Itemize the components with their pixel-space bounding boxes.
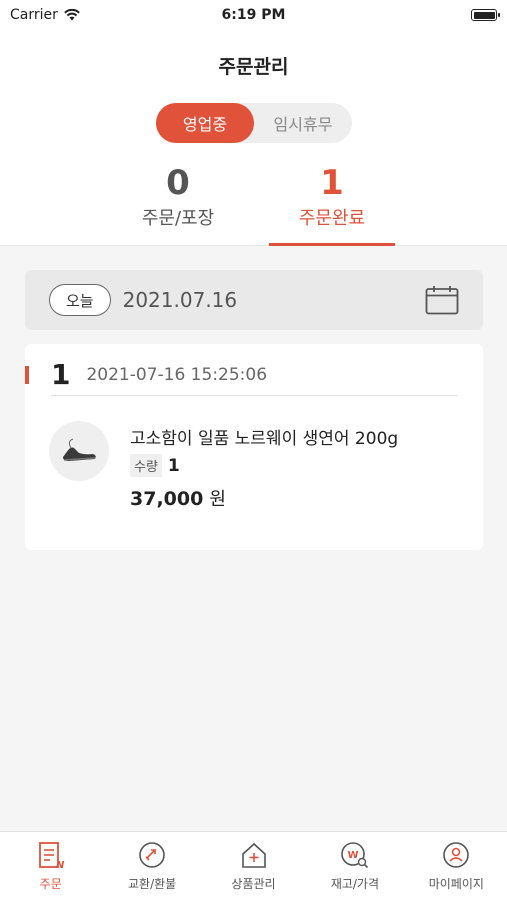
wifi-icon xyxy=(64,9,80,21)
tab-count: 1 xyxy=(320,163,344,203)
active-tab-indicator xyxy=(269,243,395,246)
date-filter-bar: 오늘 2021.07.16 xyxy=(25,270,483,330)
quantity-row: 수량 1 xyxy=(130,454,180,477)
order-marker xyxy=(25,366,29,384)
tabbar-item-inventory-price[interactable]: W 재고/가격 xyxy=(304,832,405,900)
order-header: 1 2021-07-16 15:25:06 xyxy=(51,354,458,396)
exchange-refund-icon xyxy=(139,842,165,868)
tab-label: 주문완료 xyxy=(298,208,366,229)
battery-icon xyxy=(471,9,500,21)
status-bar: Carrier 6:19 PM xyxy=(0,0,507,30)
shoe-icon xyxy=(63,438,96,461)
bottom-tab-bar: N 주문 교환/환불 상품관리 W 재고/가격 마이페이지 xyxy=(0,831,507,900)
tab-order-packing[interactable]: 0 주문/포장 xyxy=(115,163,241,246)
today-button[interactable]: 오늘 xyxy=(49,284,111,316)
order-status-tabs: 0 주문/포장 1 주문완료 xyxy=(0,163,507,246)
inventory-price-icon: W xyxy=(341,842,368,869)
temporary-closed-button[interactable]: 임시휴무 xyxy=(254,103,352,143)
svg-text:W: W xyxy=(347,850,358,861)
svg-text:N: N xyxy=(56,860,65,870)
carrier-label: Carrier xyxy=(10,7,58,23)
tabbar-label: 마이페이지 xyxy=(428,877,484,891)
header: 주문관리 영업중 임시휴무 0 주문/포장 1 주문완료 xyxy=(0,30,507,246)
quantity-label: 수량 xyxy=(130,454,162,477)
page-title: 주문관리 xyxy=(218,56,289,78)
tabbar-item-orders[interactable]: N 주문 xyxy=(0,832,101,900)
tabbar-item-exchange-refund[interactable]: 교환/환불 xyxy=(101,832,202,900)
price-row: 37,000 원 xyxy=(130,485,226,511)
tabbar-label: 주문 xyxy=(39,877,62,891)
tabbar-item-product-management[interactable]: 상품관리 xyxy=(203,832,304,900)
price-value: 37,000 xyxy=(130,488,204,510)
order-number: 1 xyxy=(51,358,71,391)
tabbar-label: 교환/환불 xyxy=(128,877,177,891)
tabbar-item-mypage[interactable]: 마이페이지 xyxy=(406,832,507,900)
order-time: 2021-07-16 15:25:06 xyxy=(86,364,268,385)
open-button[interactable]: 영업중 xyxy=(156,103,254,143)
tabbar-label: 재고/가격 xyxy=(330,877,380,891)
tab-order-complete[interactable]: 1 주문완료 xyxy=(269,163,395,246)
mypage-icon xyxy=(443,842,470,868)
order-card[interactable]: 1 2021-07-16 15:25:06 고소함이 일품 노르웨이 생연어 2… xyxy=(25,344,483,550)
price-currency: 원 xyxy=(209,489,226,510)
product-name: 고소함이 일품 노르웨이 생연어 200g xyxy=(130,429,399,449)
product-thumbnail xyxy=(49,421,109,481)
tabbar-label: 상품관리 xyxy=(231,877,276,891)
order-list-icon: N xyxy=(38,842,65,870)
selected-date: 2021.07.16 xyxy=(122,288,238,312)
calendar-icon[interactable] xyxy=(425,285,459,315)
tab-count: 0 xyxy=(166,163,190,203)
business-status-toggle[interactable]: 영업중 임시휴무 xyxy=(156,103,352,143)
tab-label: 주문/포장 xyxy=(141,208,215,229)
product-management-icon xyxy=(241,842,266,868)
quantity-value: 1 xyxy=(167,455,180,476)
